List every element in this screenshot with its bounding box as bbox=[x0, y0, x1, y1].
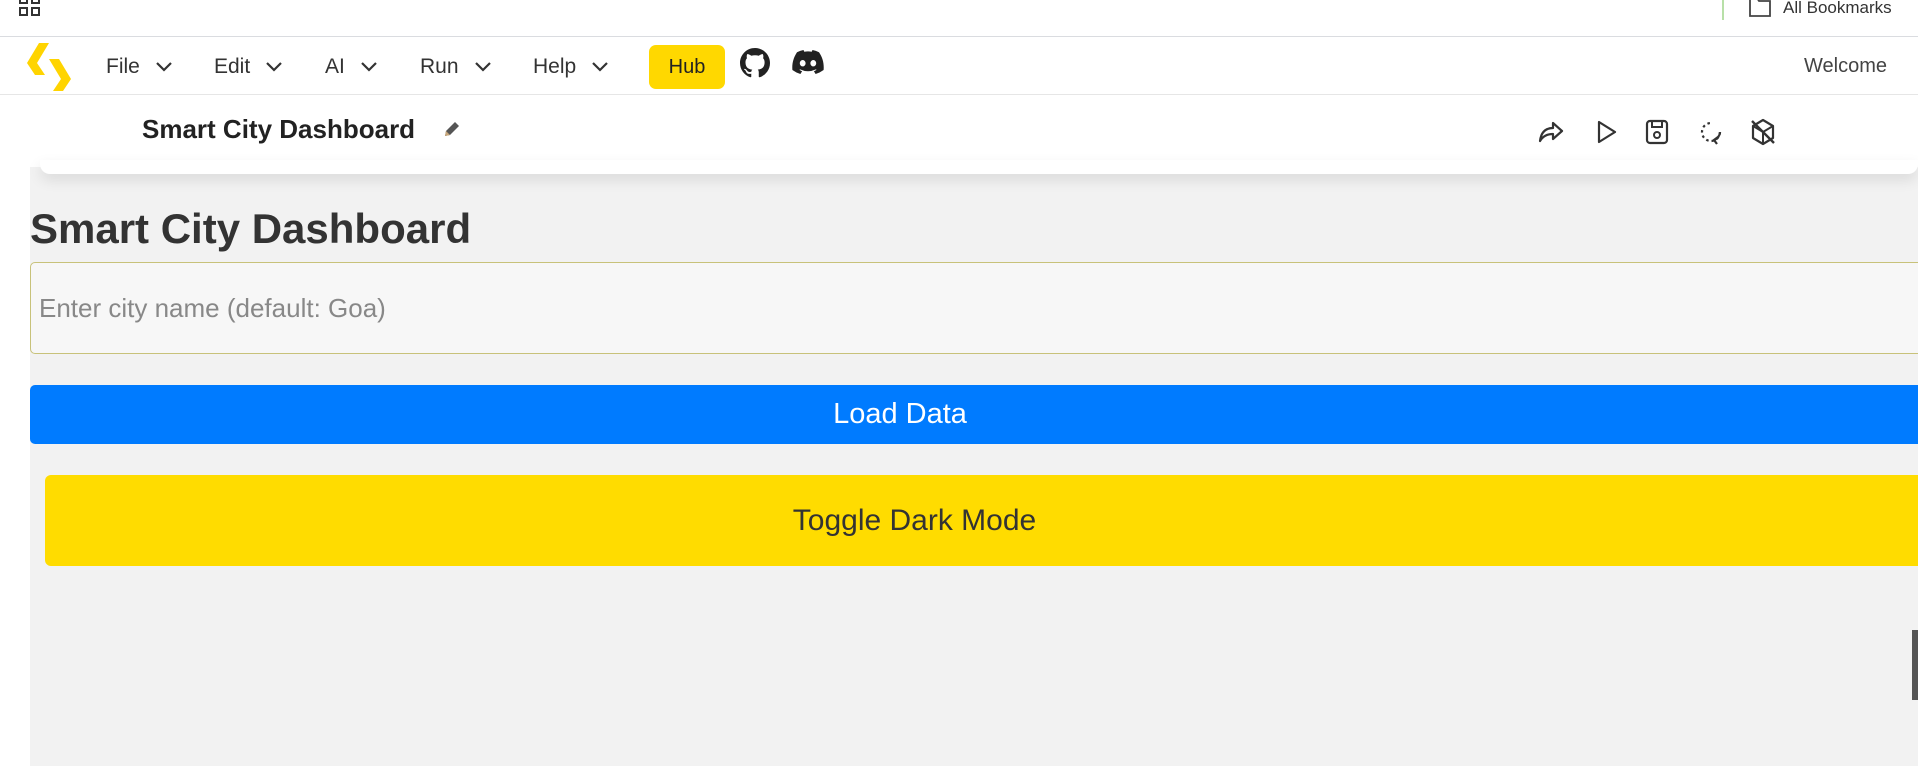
scrollbar-thumb[interactable] bbox=[1912, 630, 1918, 700]
load-data-button[interactable]: Load Data bbox=[30, 385, 1918, 444]
bookmarks-divider bbox=[1722, 0, 1724, 20]
bookmarks-bar: All Bookmarks bbox=[0, 0, 1918, 37]
menu-help[interactable]: Help bbox=[533, 54, 610, 80]
chevron-down-icon bbox=[266, 62, 282, 72]
menu-ai-label: AI bbox=[325, 55, 345, 78]
all-bookmarks-link[interactable]: All Bookmarks bbox=[1783, 0, 1892, 18]
project-title[interactable]: Smart City Dashboard bbox=[142, 114, 415, 145]
load-data-label: Load Data bbox=[833, 398, 967, 430]
apps-grid-icon[interactable] bbox=[19, 0, 41, 20]
toggle-dark-mode-button[interactable]: Toggle Dark Mode bbox=[45, 475, 1918, 566]
pencil-icon[interactable] bbox=[442, 119, 462, 139]
menu-edit-label: Edit bbox=[214, 55, 251, 78]
discord-icon[interactable] bbox=[792, 50, 824, 76]
toggle-dark-mode-label: Toggle Dark Mode bbox=[792, 503, 1037, 537]
hub-button[interactable]: Hub bbox=[649, 45, 725, 89]
menu-file[interactable]: File bbox=[106, 54, 174, 80]
chevron-down-icon bbox=[592, 62, 608, 72]
menu-run-label: Run bbox=[420, 55, 459, 78]
menu-file-label: File bbox=[106, 55, 140, 78]
chevron-down-icon bbox=[156, 62, 172, 72]
preview-canvas bbox=[30, 167, 1918, 766]
package-off-icon[interactable] bbox=[1748, 117, 1778, 147]
refresh-icon[interactable] bbox=[1696, 117, 1726, 147]
run-icon[interactable] bbox=[1591, 117, 1621, 147]
menu-ai[interactable]: AI bbox=[325, 54, 379, 80]
chevron-down-icon bbox=[474, 62, 491, 72]
page-heading: Smart City Dashboard bbox=[30, 205, 472, 252]
menu-help-label: Help bbox=[533, 55, 577, 78]
welcome-text[interactable]: Welcome bbox=[1804, 55, 1887, 78]
menu-edit[interactable]: Edit bbox=[214, 54, 284, 80]
project-titlebar: Smart City Dashboard bbox=[0, 95, 1918, 167]
folder-icon[interactable] bbox=[1748, 0, 1772, 18]
menu-run[interactable]: Run bbox=[420, 54, 493, 80]
save-icon[interactable] bbox=[1642, 117, 1672, 147]
app-menubar: File Edit AI Run Help Hub Welcome bbox=[0, 37, 1918, 95]
github-icon[interactable] bbox=[740, 48, 770, 78]
share-icon[interactable] bbox=[1536, 117, 1566, 147]
titlebar-shadow bbox=[40, 160, 1918, 174]
city-name-input[interactable] bbox=[30, 262, 1918, 354]
chevron-down-icon bbox=[361, 62, 377, 72]
app-logo-icon[interactable] bbox=[25, 41, 73, 93]
